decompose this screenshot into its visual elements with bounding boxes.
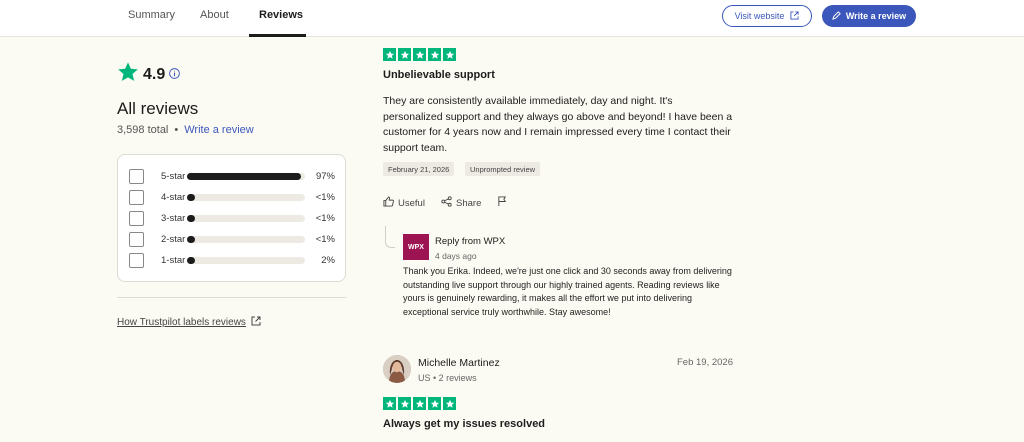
star-icon	[398, 397, 411, 410]
star-icon	[398, 48, 411, 61]
distribution-row-3[interactable]: 3-star <1%	[129, 210, 335, 226]
overall-rating: 4.9	[117, 61, 181, 88]
useful-button[interactable]: Useful	[383, 196, 425, 210]
distribution-pct: 97%	[315, 170, 335, 182]
divider	[117, 297, 346, 298]
star-icon	[117, 61, 139, 88]
share-button[interactable]: Share	[441, 196, 481, 210]
distribution-fill	[187, 194, 196, 201]
reply-connector	[385, 226, 395, 248]
separator: •	[174, 124, 179, 136]
distribution-bar	[187, 194, 305, 201]
distribution-bar	[187, 257, 305, 264]
write-review-button[interactable]: Write a review	[822, 5, 916, 27]
distribution-row-4[interactable]: 4-star <1%	[129, 189, 335, 205]
reply-age: 4 days ago	[435, 251, 477, 261]
reviewer-meta: US • 2 reviews	[418, 373, 477, 383]
external-link-icon	[790, 10, 799, 22]
star-icon	[428, 48, 441, 61]
share-label: Share	[456, 197, 482, 209]
flag-icon	[497, 196, 508, 210]
review-date: Feb 19, 2026	[677, 357, 733, 368]
company-logo: WPX	[403, 234, 429, 260]
write-review-link[interactable]: Write a review	[184, 124, 253, 136]
info-icon[interactable]	[169, 66, 181, 84]
share-icon	[441, 196, 452, 210]
filter-checkbox-1[interactable]	[129, 252, 144, 268]
distribution-pct: <1%	[315, 191, 335, 203]
review-title[interactable]: Always get my issues resolved	[383, 418, 545, 430]
thumbs-up-icon	[383, 196, 394, 210]
tab-summary[interactable]: Summary	[128, 9, 175, 21]
useful-label: Useful	[398, 197, 425, 209]
filter-checkbox-5[interactable]	[129, 168, 144, 184]
filter-checkbox-2[interactable]	[129, 231, 144, 247]
total-count: 3,598 total	[117, 124, 169, 136]
reviewer-name[interactable]: Michelle Martinez	[418, 357, 500, 369]
star-icon	[383, 397, 396, 410]
star-icon	[413, 48, 426, 61]
star-icon	[383, 48, 396, 61]
top-navigation: Summary About Reviews Visit website Writ…	[0, 0, 1024, 37]
distribution-row-5[interactable]: 5-star 97%	[129, 168, 335, 184]
external-link-icon	[251, 316, 261, 329]
rating-value: 4.9	[143, 65, 166, 83]
avatar[interactable]	[383, 355, 411, 383]
reply-body: Thank you Erika. Indeed, we're just one …	[403, 266, 732, 317]
star-icon	[443, 397, 456, 410]
reply-from: Reply from WPX	[435, 236, 506, 247]
distribution-bar	[187, 215, 305, 222]
filter-checkbox-4[interactable]	[129, 189, 144, 205]
distribution-pct: <1%	[315, 233, 335, 245]
active-tab-indicator	[249, 34, 306, 37]
unprompted-label-chip[interactable]: Unprompted review	[465, 162, 541, 176]
visit-website-button[interactable]: Visit website	[722, 5, 812, 27]
star-icon	[428, 397, 441, 410]
distribution-fill	[187, 257, 196, 264]
distribution-fill	[187, 236, 196, 243]
all-reviews-heading: All reviews	[117, 99, 199, 118]
visit-website-label: Visit website	[734, 11, 785, 21]
how-labels-text: How Trustpilot labels reviews	[117, 317, 246, 328]
distribution-bar	[187, 236, 305, 243]
review-totals: 3,598 total • Write a review	[117, 124, 254, 136]
pencil-icon	[831, 10, 841, 22]
distribution-fill	[187, 173, 302, 180]
tab-reviews[interactable]: Reviews	[259, 9, 303, 21]
star-icon	[443, 48, 456, 61]
star-icon	[413, 397, 426, 410]
review-date-chip: February 21, 2026	[383, 162, 455, 176]
distribution-bar	[187, 173, 305, 180]
review-body: They are consistently available immediat…	[383, 95, 733, 154]
tab-about[interactable]: About	[200, 9, 229, 21]
review-title[interactable]: Unbelievable support	[383, 69, 495, 81]
rating-distribution: 5-star 97% 4-star <1% 3-star <1% 2-star …	[117, 154, 346, 282]
how-labels-link[interactable]: How Trustpilot labels reviews	[117, 316, 261, 329]
review-stars	[383, 48, 456, 61]
write-review-label: Write a review	[845, 11, 907, 21]
distribution-row-1[interactable]: 1-star 2%	[129, 252, 335, 268]
distribution-pct: 2%	[321, 254, 335, 266]
distribution-row-2[interactable]: 2-star <1%	[129, 231, 335, 247]
review-stars	[383, 397, 456, 410]
distribution-pct: <1%	[315, 212, 335, 224]
distribution-fill	[187, 215, 196, 222]
filter-checkbox-3[interactable]	[129, 210, 144, 226]
flag-button[interactable]	[497, 196, 508, 210]
